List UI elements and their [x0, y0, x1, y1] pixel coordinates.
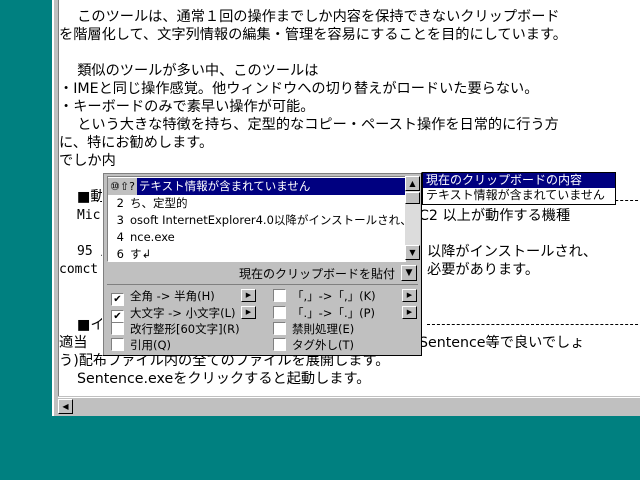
checkbox[interactable]	[111, 338, 124, 351]
arrow-right-icon[interactable]: ▶	[241, 306, 256, 319]
doc-line: 必要があります。	[427, 262, 540, 278]
doc-line: C2 以上が動作する機種	[419, 208, 571, 224]
clipboard-history-list[interactable]: ⑩⇧? テキスト情報が含まれていません 2 ち、定型的 3 osoft Interne…	[107, 176, 406, 262]
vertical-scrollbar[interactable]: ▲ ▼	[405, 176, 420, 260]
scroll-thumb[interactable]	[405, 192, 420, 204]
doc-line: Sentence等で良いでしょ	[419, 335, 585, 351]
paste-clipboard-label: 現在のクリップボードを貼付	[238, 267, 395, 281]
doc-line: 以降がインストールされ、	[427, 244, 598, 260]
clipboard-popup: ⑩⇧? テキスト情報が含まれていません 2 ち、定型的 3 osoft Interne…	[102, 172, 422, 356]
doc-line: を階層化して、文字列情報の編集・管理を容易にすることを目的にしています。	[59, 27, 567, 43]
arrow-right-icon[interactable]: ▶	[402, 306, 417, 319]
doc-line: ・キーボードのみで素早い操作が可能。	[59, 99, 315, 115]
checkbox[interactable]	[111, 322, 124, 335]
doc-line: Sentence.exeをクリックすると起動します。	[77, 371, 371, 387]
option-quote[interactable]: 引用(Q)	[111, 337, 171, 353]
option-line-format[interactable]: 改行整形[60文字](R)	[111, 321, 240, 337]
checkbox[interactable]	[273, 306, 286, 319]
doc-line: 適当	[59, 335, 88, 351]
option-upper-to-lower[interactable]: ✔ 大文字 -> 小文字(L)	[111, 305, 235, 323]
option-strip-tags[interactable]: タグ外し(T)	[273, 337, 354, 353]
option-comma[interactable]: 「,」->「,」(K)	[273, 288, 376, 304]
checkbox[interactable]	[273, 322, 286, 335]
list-item[interactable]: 3 osoft InternetExplorer4.0以降がインストールされ、..…	[108, 212, 405, 229]
checkbox[interactable]	[273, 289, 286, 302]
doc-line: このツールは、通常１回の操作までしか内容を保持できないクリップボード	[63, 9, 560, 25]
option-kinsoku[interactable]: 禁則処理(E)	[273, 321, 354, 337]
paste-clipboard-combo[interactable]: 現在のクリップボードを貼付 ▼	[107, 264, 417, 282]
list-item[interactable]: 6 す↲	[108, 246, 405, 261]
options-panel: ✔ 全角 -> 半角(H) ▶ 「,」->「,」(K) ▶ ✔ 大文字 -> 小文字…	[107, 284, 418, 353]
scroll-down-icon[interactable]: ▼	[405, 245, 420, 260]
doc-line: comct	[59, 262, 99, 277]
divider	[427, 324, 640, 325]
chevron-down-icon[interactable]: ▼	[401, 265, 417, 281]
doc-line: という大きな特徴を持ち、定型的なコピー・ペースト操作を日常的に行う方	[63, 117, 559, 133]
clipboard-tooltip: 現在のクリップボードの内容 テキスト情報が含まれていません	[422, 172, 616, 205]
option-zen-to-han[interactable]: ✔ 全角 -> 半角(H)	[111, 288, 215, 306]
horizontal-scrollbar[interactable]: ◀	[58, 397, 640, 415]
tooltip-body: テキスト情報が含まれていません	[426, 188, 605, 202]
section-heading: ■動	[77, 189, 105, 205]
doc-line: に、特にお勧めします。	[59, 135, 214, 151]
list-item[interactable]: 2 ち、定型的	[108, 195, 405, 212]
scroll-left-icon[interactable]: ◀	[58, 399, 73, 414]
doc-line: でしか内	[59, 153, 116, 169]
list-item[interactable]: ⑩⇧? テキスト情報が含まれていません	[108, 178, 405, 195]
toolbar-icons[interactable]: ⑩⇧?	[108, 178, 137, 195]
list-item[interactable]: 4 nce.exe	[108, 229, 405, 246]
arrow-right-icon[interactable]: ▶	[402, 289, 417, 302]
tooltip-title: 現在のクリップボードの内容	[423, 173, 615, 188]
section-heading: ■イ	[77, 317, 105, 333]
arrow-right-icon[interactable]: ▶	[241, 289, 256, 302]
option-period[interactable]: 「.」->「.」(P)	[273, 305, 375, 321]
doc-line: ・IMEと同じ操作感覚。他ウィンドウへの切り替えがロードいた要らない。	[59, 81, 539, 97]
doc-line: 類似のツールが多い中、このツールは	[63, 63, 319, 79]
checkbox[interactable]	[273, 338, 286, 351]
scroll-up-icon[interactable]: ▲	[405, 176, 420, 191]
